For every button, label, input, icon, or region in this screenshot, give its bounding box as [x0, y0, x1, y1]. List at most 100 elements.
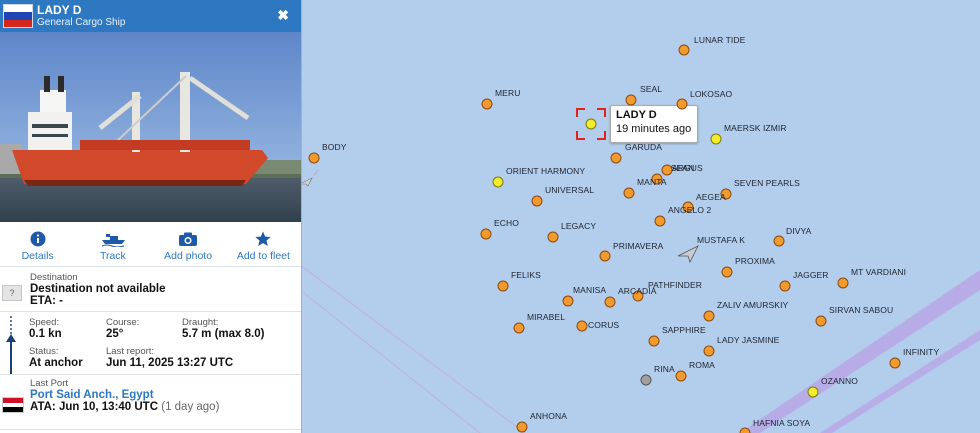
add-photo-label: Add photo: [164, 250, 213, 262]
ship-label-anhona: ANHONA: [530, 411, 567, 421]
ship-marker-ozanno[interactable]: [807, 386, 819, 398]
ship-label-meru: MERU: [495, 88, 521, 98]
ship-marker-angelo-2[interactable]: [654, 215, 666, 227]
ship-label-mustafa-k: MUSTAFA K: [697, 235, 745, 245]
flag-russia-icon: [3, 4, 33, 28]
details-label: Details: [21, 250, 54, 262]
info-icon: [30, 231, 46, 247]
ship-marker-corus[interactable]: [576, 320, 588, 332]
course-label: Course:: [106, 317, 140, 328]
track-button[interactable]: Track: [75, 222, 150, 266]
ship-label-manisa: MANISA: [573, 285, 607, 295]
last-port-link[interactable]: Port Said Anch., Egypt: [30, 389, 301, 401]
ship-label-jagger: JAGGER: [793, 270, 829, 280]
ship-label-angelo-2: ANGELO 2: [668, 205, 712, 215]
ship-marker-arcadia[interactable]: [604, 296, 616, 308]
flag-egypt-icon: [2, 397, 24, 413]
destination-value: Destination not available: [30, 283, 166, 295]
ship-track-icon: [101, 234, 125, 247]
ship-label-seven-pearls: SEVEN PEARLS: [734, 178, 800, 188]
ship-marker-rina[interactable]: [640, 374, 652, 386]
ship-label-infinity: INFINITY: [903, 347, 940, 357]
ship-marker-mirabel[interactable]: [513, 322, 525, 334]
ship-label-roma: ROMA: [689, 360, 715, 370]
ship-marker-garuda[interactable]: [610, 152, 622, 164]
ship-marker-body[interactable]: [308, 152, 320, 164]
last-report-label: Last report:: [106, 346, 155, 357]
vessel-photo[interactable]: [0, 32, 301, 222]
ship-label-corus: CORUS: [588, 320, 620, 330]
course-value: 25°: [106, 328, 124, 340]
ship-marker-anhona[interactable]: [516, 421, 528, 433]
panel-header: LADY D General Cargo Ship ✖: [0, 0, 301, 32]
ship-label-lokosao: LOKOSAO: [690, 89, 733, 99]
ship-label-lunar-tide: LUNAR TIDE: [694, 35, 746, 45]
speed-label: Speed:: [29, 317, 60, 328]
ship-marker-sapphire[interactable]: [648, 335, 660, 347]
ship-marker-jagger[interactable]: [779, 280, 791, 292]
close-icon[interactable]: ✖: [277, 7, 289, 24]
camera-icon: [179, 232, 198, 246]
ship-label-arcadia: ARCADIA: [618, 286, 657, 296]
destination-section: ? Destination Destination not available …: [0, 267, 301, 312]
ship-marker-divya[interactable]: [773, 235, 785, 247]
ship-marker-proxima[interactable]: [721, 266, 733, 278]
ship-label-divya: DIVYA: [786, 226, 812, 236]
ship-label-mirabel: MIRABEL: [527, 312, 566, 322]
ship-marker-infinity[interactable]: [889, 357, 901, 369]
draught-value: 5.7 m (max 8.0): [182, 328, 265, 340]
speed-value: 0.1 kn: [29, 328, 62, 340]
star-icon: [255, 231, 271, 246]
ship-label-rina: RINA: [654, 364, 675, 374]
destination-placeholder-icon: ?: [2, 285, 22, 301]
ship-marker-orient-harmony[interactable]: [492, 176, 504, 188]
ship-label-feliks: FELIKS: [511, 270, 541, 280]
eta-value: ETA: -: [30, 295, 64, 307]
ship-marker-lady-jasmine[interactable]: [703, 345, 715, 357]
status-value: At anchor: [29, 357, 83, 369]
add-to-fleet-label: Add to fleet: [236, 250, 290, 262]
ship-marker-legacy[interactable]: [547, 231, 559, 243]
ship-marker-maersk-izmir[interactable]: [710, 133, 722, 145]
ship-marker-primavera[interactable]: [599, 250, 611, 262]
ship-label-argus: ARGUS: [672, 163, 703, 173]
ship-marker-meru[interactable]: [481, 98, 493, 110]
ship-label-sapphire: SAPPHIRE: [662, 325, 706, 335]
last-port-label: Last Port: [30, 378, 69, 389]
details-button[interactable]: Details: [0, 222, 75, 266]
ship-marker-lokosao[interactable]: [676, 98, 688, 110]
ship-label-zaliv-amurskiy: ZALIV AMURSKIY: [717, 300, 789, 310]
add-to-fleet-button[interactable]: Add to fleet: [226, 222, 301, 266]
ship-label-primavera: PRIMAVERA: [613, 241, 664, 251]
ship-label-manta: MANTA: [637, 177, 667, 187]
vessel-tooltip: LADY D 19 minutes ago: [610, 105, 698, 143]
ship-label-hafnia-soya: HAFNIA SOYA: [753, 418, 811, 428]
ship-marker-universal[interactable]: [531, 195, 543, 207]
ship-arrow-icon[interactable]: [676, 244, 700, 264]
tooltip-name: LADY D: [616, 109, 657, 121]
ship-marker-mt-vardiani[interactable]: [837, 277, 849, 289]
ship-marker-lunar-tide[interactable]: [678, 44, 690, 56]
ship-marker-sirvan-sabou[interactable]: [815, 315, 827, 327]
ship-marker-zaliv-amurskiy[interactable]: [703, 310, 715, 322]
ship-label-body: BODY: [322, 142, 347, 152]
add-photo-button[interactable]: Add photo: [151, 222, 226, 266]
ship-marker-hafnia-soya[interactable]: [739, 427, 751, 433]
tooltip-time: 19 minutes ago: [616, 123, 692, 135]
ship-marker-roma[interactable]: [675, 370, 687, 382]
ship-marker-feliks[interactable]: [497, 280, 509, 292]
ship-marker-seal[interactable]: [625, 94, 637, 106]
last-report-value: Jun 11, 2025 13:27 UTC: [106, 357, 234, 369]
last-port-section: Last Port Port Said Anch., Egypt ATA: Ju…: [0, 375, 301, 430]
ship-label-legacy: LEGACY: [561, 221, 597, 231]
vessel-name: LADY D: [37, 3, 82, 17]
ship-marker-lady-d[interactable]: [585, 118, 597, 130]
ship-marker-argus[interactable]: [661, 164, 673, 176]
ship-label-maersk-izmir: MAERSK IZMIR: [724, 123, 787, 133]
ship-marker-manisa[interactable]: [562, 295, 574, 307]
draught-label: Draught:: [182, 317, 219, 328]
ship-marker-echo[interactable]: [480, 228, 492, 240]
ship-label-aegea: AEGEA: [696, 192, 726, 202]
ship-marker-manta[interactable]: [623, 187, 635, 199]
route-progress-icon: [6, 316, 16, 374]
